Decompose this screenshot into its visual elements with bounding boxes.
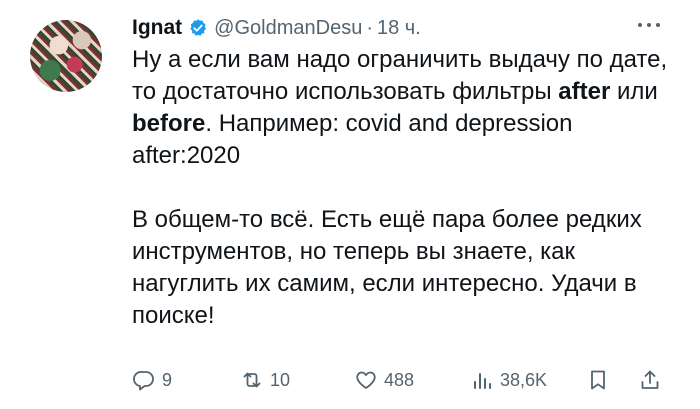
avatar[interactable] — [30, 20, 102, 92]
views-icon — [474, 373, 491, 389]
bookmark-button[interactable] — [586, 362, 610, 398]
tweet-paragraph-1: Ну а если вам надо ограничить выдачу по … — [132, 46, 668, 169]
repost-count: 10 — [270, 369, 291, 390]
share-icon — [641, 370, 659, 389]
reply-icon — [133, 371, 154, 391]
bold-before: before — [132, 110, 206, 137]
repost-icon — [243, 372, 261, 388]
author-handle[interactable]: @GoldmanDesu — [214, 17, 362, 40]
tweet-text: Ну а если вам надо ограничить выдачу по … — [132, 44, 672, 332]
reply-count: 9 — [162, 369, 173, 390]
author-name[interactable]: Ignat — [132, 16, 182, 40]
share-button[interactable] — [638, 362, 662, 398]
action-bar: 9 10 488 38,6K — [132, 362, 672, 398]
tweet-header: Ignat @GoldmanDesu · 18 ч. — [132, 14, 421, 42]
verified-badge-icon — [190, 19, 207, 36]
like-button[interactable]: 488 — [354, 362, 414, 398]
separator-dot: · — [366, 16, 373, 39]
more-icon[interactable] — [637, 20, 661, 30]
views-count: 38,6K — [500, 369, 548, 390]
tweet-paragraph-2: В общем-то всё. Есть ещё пара более редк… — [132, 206, 642, 329]
like-count: 488 — [384, 369, 415, 390]
like-icon — [356, 371, 376, 389]
bookmark-icon — [591, 370, 605, 390]
bold-after: after — [558, 78, 611, 105]
views-button[interactable]: 38,6K — [470, 362, 547, 398]
tweet-time[interactable]: 18 ч. — [377, 17, 421, 40]
repost-button[interactable]: 10 — [240, 362, 290, 398]
reply-button[interactable]: 9 — [132, 362, 172, 398]
